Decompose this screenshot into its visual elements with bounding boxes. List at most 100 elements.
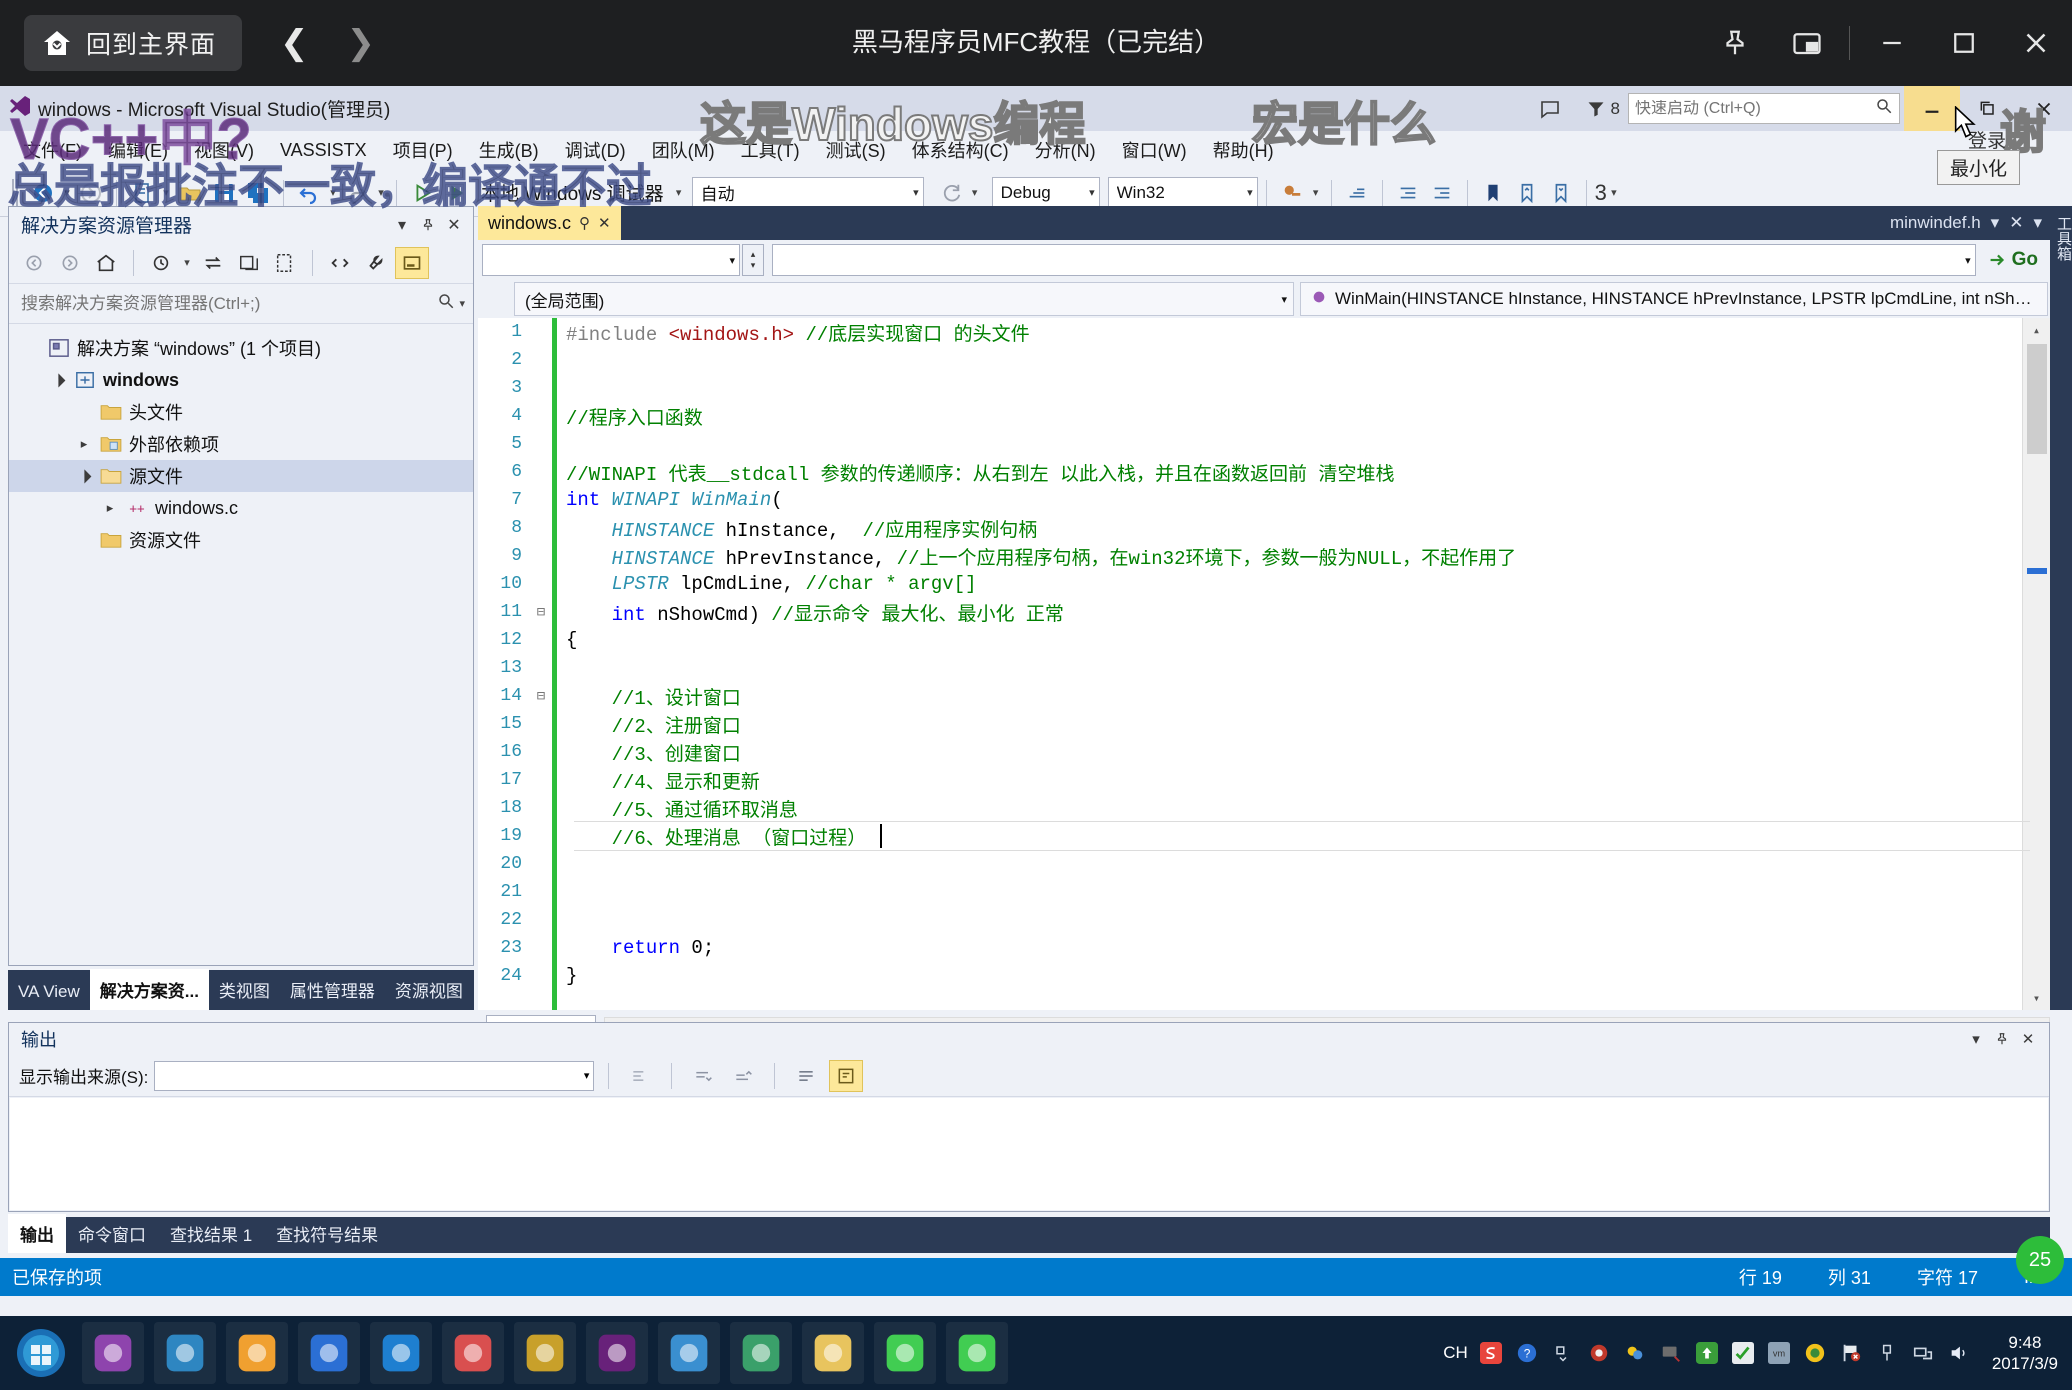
toggle-autoscroll-icon[interactable] [829, 1059, 864, 1092]
chevron-down-icon[interactable]: ▾ [1965, 254, 1971, 267]
code-line-23[interactable]: 23 return 0; [478, 934, 2050, 962]
minimize-icon[interactable] [1856, 0, 1928, 86]
code-line-15[interactable]: 15 //2、注册窗口 [478, 710, 2050, 738]
chevron-down-icon[interactable]: ▾ [1963, 1026, 1989, 1052]
chevron-down-icon[interactable]: ▾ [1991, 213, 2000, 233]
menu-item-8[interactable]: 工具(T) [728, 133, 813, 167]
search-input[interactable] [21, 293, 438, 314]
vm-icon[interactable]: vm [1766, 1340, 1792, 1366]
close-icon[interactable] [2000, 0, 2072, 86]
screenshot-icon[interactable] [1658, 1340, 1684, 1366]
code-editor[interactable]: 1 #include <windows.h> //底层实现窗口 的头文件 2 3 4//… [478, 318, 2050, 1010]
sync-icon[interactable] [196, 247, 230, 279]
solexp-tab-2[interactable]: 类视图 [209, 969, 280, 1010]
menu-item-7[interactable]: 团队(M) [639, 133, 728, 167]
taskbar-lightning-icon[interactable] [226, 1322, 288, 1384]
menu-item-3[interactable]: VASSISTX [267, 136, 380, 165]
output-tab-0[interactable]: 输出 [8, 1214, 66, 1253]
other-doc-label[interactable]: minwindef.h [1890, 213, 1981, 233]
tab-windows-c[interactable]: windows.c ⚲ ✕ [478, 206, 621, 240]
code-line-5[interactable]: 5 [478, 430, 2050, 458]
vs-minimize-button[interactable] [1904, 86, 1960, 131]
fold-toggle[interactable]: ⊟ [530, 688, 552, 705]
taskbar-file-explorer-icon[interactable] [154, 1322, 216, 1384]
solexp-tab-3[interactable]: 属性管理器 [280, 969, 385, 1010]
network-icon[interactable] [1910, 1340, 1936, 1366]
tree-item-1[interactable]: ◢ windows [9, 364, 473, 396]
close-icon[interactable]: ✕ [2009, 213, 2023, 233]
maximize-icon[interactable] [1928, 0, 2000, 86]
menu-item-9[interactable]: 测试(S) [813, 133, 899, 167]
toolbar-grip[interactable] [12, 178, 20, 207]
right-dock-strip[interactable]: 工具箱 [2050, 206, 2072, 1010]
taskbar-clock[interactable]: 9:48 2017/3/9 [1992, 1332, 2058, 1375]
chevron-down-icon[interactable]: ▾ [1081, 186, 1095, 199]
search-icon[interactable] [437, 292, 455, 315]
taskbar-chrome-icon[interactable] [370, 1322, 432, 1384]
code-line-16[interactable]: 16 //3、创建窗口 [478, 738, 2050, 766]
code-line-21[interactable]: 21 [478, 878, 2050, 906]
member-combo[interactable]: WinMain(HINSTANCE hInstance, HINSTANCE h… [1300, 282, 2048, 316]
taskbar-potplayer-icon[interactable] [298, 1322, 360, 1384]
chevron-down-icon[interactable]: ▾ [905, 186, 919, 199]
scroll-up-icon[interactable]: ▴ [2023, 318, 2050, 342]
forward-icon[interactable] [53, 247, 87, 279]
properties-icon[interactable] [359, 247, 393, 279]
menu-item-4[interactable]: 项目(P) [380, 133, 466, 167]
scrollbar-thumb[interactable] [2027, 344, 2047, 454]
quick-launch-input[interactable] [1628, 93, 1900, 124]
taskbar-browser-icon[interactable] [586, 1322, 648, 1384]
scroll-down-icon[interactable]: ▾ [2023, 986, 2050, 1010]
chevron-down-icon[interactable]: ▾ [1281, 293, 1287, 306]
feedback-icon[interactable] [1527, 86, 1573, 131]
platform-auto-combo[interactable]: 自动 ▾ [691, 176, 924, 209]
chevron-down-icon[interactable]: ▾ [729, 254, 735, 267]
menu-item-13[interactable]: 帮助(H) [1200, 133, 1287, 167]
code-line-13[interactable]: 13 [478, 654, 2050, 682]
code-line-22[interactable]: 22 [478, 906, 2050, 934]
player-back-button[interactable]: ❮ [280, 26, 309, 60]
flag-icon[interactable] [1838, 1340, 1864, 1366]
fold-toggle[interactable]: ⊟ [530, 604, 552, 621]
close-icon[interactable]: ✕ [598, 214, 611, 232]
code-line-17[interactable]: 17 //4、显示和更新 [478, 766, 2050, 794]
chevron-down-icon[interactable]: ▾ [584, 1069, 590, 1082]
code-line-8[interactable]: 8 HINSTANCE hInstance, //应用程序实例句柄 [478, 514, 2050, 542]
output-tab-3[interactable]: 查找符号结果 [264, 1214, 390, 1253]
show-all-files-icon[interactable] [268, 247, 302, 279]
code-line-1[interactable]: 1 #include <windows.h> //底层实现窗口 的头文件 [478, 318, 2050, 346]
taskbar-qt-designer-icon[interactable] [874, 1322, 936, 1384]
code-line-11[interactable]: 11 ⊟ int nShowCmd) //显示命令 最大化、最小化 正常 [478, 598, 2050, 626]
code-line-18[interactable]: 18 //5、通过循环取消息 [478, 794, 2050, 822]
va-find-combo[interactable]: ▾ [772, 244, 1976, 276]
code-line-4[interactable]: 4 //程序入口函数 [478, 402, 2050, 430]
taskbar-app-green-icon[interactable] [658, 1322, 720, 1384]
toggle-wordwrap-icon[interactable] [789, 1060, 823, 1092]
solution-tree[interactable]: 解决方案 “windows” (1 个项目) ◢ windows 头文件 ▸ 外部依赖项 ◢… [9, 324, 473, 965]
chevron-down-icon[interactable]: ▾ [389, 212, 415, 238]
quick-launch-field[interactable] [1635, 99, 1875, 118]
va-spinner[interactable]: ▴ ▾ [742, 244, 764, 276]
tray-language[interactable]: CH [1443, 1343, 1468, 1363]
start-orb-icon[interactable] [10, 1322, 72, 1384]
code-line-24[interactable]: 24} [478, 962, 2050, 990]
va-go-button[interactable]: Go [1978, 249, 2046, 271]
platform-combo[interactable]: Win32 ▾ [1107, 176, 1258, 209]
usb-icon[interactable] [1874, 1340, 1900, 1366]
sogou-s-icon[interactable] [1478, 1340, 1504, 1366]
solexp-tab-0[interactable]: VA View [8, 974, 90, 1010]
pending-changes-dropdown[interactable]: ▾ [180, 244, 194, 282]
back-to-home-button[interactable]: 回到主界面 [24, 15, 243, 71]
code-line-20[interactable]: 20 [478, 850, 2050, 878]
va-symbol-combo[interactable]: ▾ [482, 244, 740, 276]
solexp-tab-1[interactable]: 解决方案资... [89, 969, 209, 1010]
output-tab-2[interactable]: 查找结果 1 [158, 1214, 264, 1253]
picture-in-picture-icon[interactable] [1771, 0, 1843, 86]
tree-twisty[interactable]: ▸ [71, 436, 97, 452]
taskbar-qt-creator-icon[interactable] [802, 1322, 864, 1384]
code-line-10[interactable]: 10 LPSTR lpCmdLine, //char * argv[] [478, 570, 2050, 598]
close-icon[interactable]: ✕ [441, 212, 467, 238]
tree-item-3[interactable]: ▸ 外部依赖项 [9, 428, 473, 460]
debug-target-label[interactable]: 本地 Windows 调试器 [473, 179, 672, 206]
updater-icon[interactable] [1694, 1340, 1720, 1366]
